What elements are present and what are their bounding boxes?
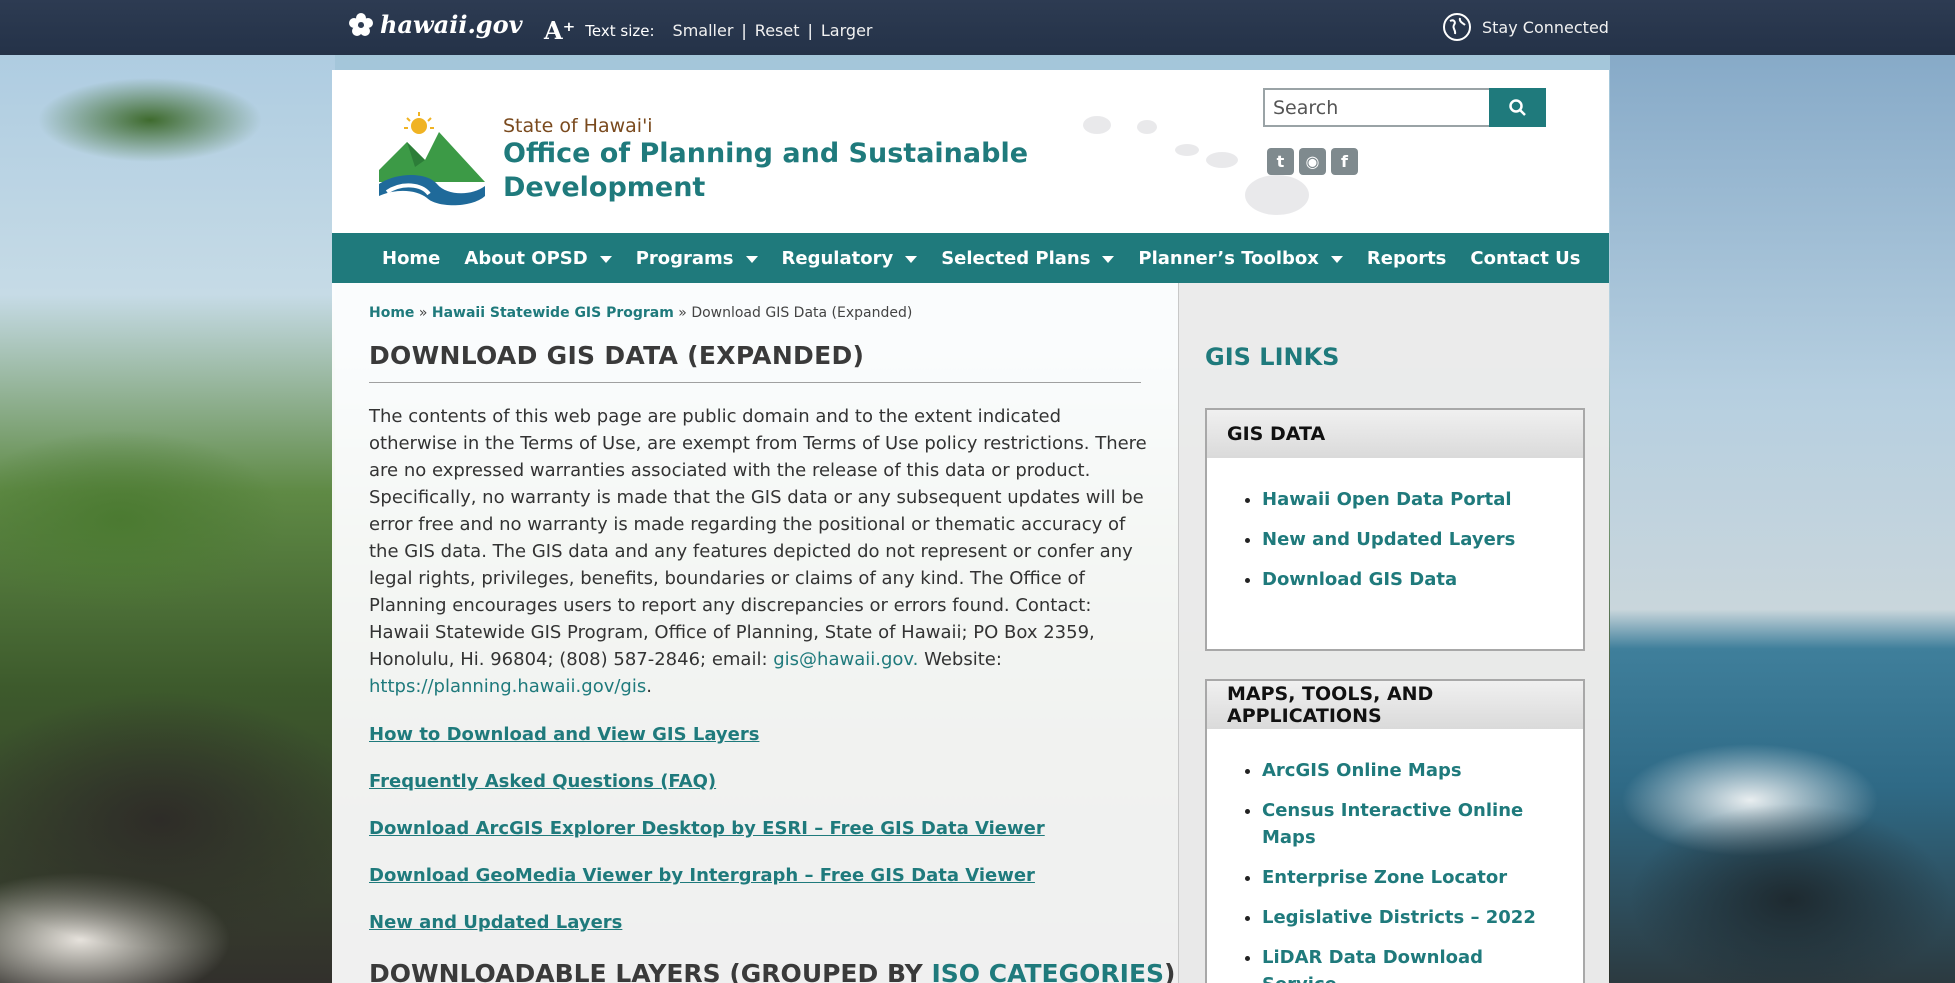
hibiscus-icon xyxy=(349,12,373,36)
nav-home[interactable]: Home xyxy=(382,248,440,269)
globe-icon xyxy=(1443,13,1471,41)
nav-reports[interactable]: Reports xyxy=(1367,248,1447,269)
caret-down-icon xyxy=(599,255,612,263)
text-smaller-link[interactable]: Smaller xyxy=(673,21,734,40)
sidebar-link[interactable]: ArcGIS Online Maps xyxy=(1262,757,1563,784)
sidebar-link[interactable]: Enterprise Zone Locator xyxy=(1262,864,1563,891)
nav-about-opsd[interactable]: About OPSD xyxy=(464,247,612,269)
separator: | xyxy=(807,21,813,40)
social-links: t ◉ f xyxy=(1267,148,1358,175)
text-size-label: Text size: xyxy=(585,21,655,40)
link-arcgis-explorer[interactable]: Download ArcGIS Explorer Desktop by ESRI… xyxy=(369,818,1144,839)
caret-down-icon xyxy=(1330,255,1343,263)
disclaimer-text: The contents of this web page are public… xyxy=(369,403,1149,700)
hawaii-gov-brand[interactable]: hawaii.gov xyxy=(348,10,523,39)
sidebar-link[interactable]: Census Interactive Online Maps xyxy=(1262,797,1563,851)
caret-down-icon xyxy=(745,255,758,263)
section-heading-text: DOWNLOADABLE LAYERS (GROUPED BY xyxy=(369,959,932,983)
text-larger-link[interactable]: Larger xyxy=(821,21,873,40)
brand-text: hawaii.gov xyxy=(380,10,523,39)
text-size-icon: A⁺ xyxy=(544,16,576,45)
sidebar-link[interactable]: Download GIS Data xyxy=(1262,566,1563,593)
breadcrumb-current: Download GIS Data (Expanded) xyxy=(691,305,913,321)
breadcrumb-home[interactable]: Home xyxy=(369,305,414,321)
link-faq[interactable]: Frequently Asked Questions (FAQ) xyxy=(369,771,1144,792)
stay-connected-label: Stay Connected xyxy=(1482,17,1609,37)
rss-icon[interactable]: ◉ xyxy=(1299,148,1326,175)
period: . xyxy=(646,676,652,697)
breadcrumb: Home » Hawaii Statewide GIS Program » Do… xyxy=(369,305,1144,321)
search-icon xyxy=(1508,98,1526,116)
breadcrumb-sep: » xyxy=(414,305,432,321)
twitter-icon[interactable]: t xyxy=(1267,148,1294,175)
nav-label: Programs xyxy=(635,247,734,269)
nav-label: Regulatory xyxy=(781,247,894,269)
main-panel: State of Hawai'i Office of Planning and … xyxy=(332,70,1609,983)
sidebar-link[interactable]: New and Updated Layers xyxy=(1262,526,1563,553)
search-form xyxy=(1263,88,1546,127)
maps-tools-list: ArcGIS Online Maps Census Interactive On… xyxy=(1207,729,1583,983)
iso-categories-link[interactable]: ISO CATEGORIES xyxy=(931,959,1164,983)
nav-contact-us[interactable]: Contact Us xyxy=(1470,248,1580,269)
sidebar-title: GIS LINKS xyxy=(1205,343,1340,371)
website-label: Website: xyxy=(924,649,1002,670)
resource-links: How to Download and View GIS Layers Freq… xyxy=(369,724,1144,933)
sidebar-link[interactable]: Legislative Districts – 2022 xyxy=(1262,904,1563,931)
stay-connected-link[interactable]: Stay Connected xyxy=(1442,12,1609,42)
text-reset-link[interactable]: Reset xyxy=(755,21,800,40)
nav-label: About OPSD xyxy=(464,247,588,269)
nav-label: Planner’s Toolbox xyxy=(1138,247,1319,269)
box-heading: MAPS, TOOLS, AND APPLICATIONS xyxy=(1207,681,1583,729)
nav-label: Selected Plans xyxy=(941,247,1091,269)
sidebar: GIS LINKS GIS DATA Hawaii Open Data Port… xyxy=(1178,283,1609,983)
facebook-icon[interactable]: f xyxy=(1331,148,1358,175)
link-how-to-download[interactable]: How to Download and View GIS Layers xyxy=(369,724,1144,745)
sidebar-link[interactable]: LiDAR Data Download Service xyxy=(1262,944,1563,983)
search-input[interactable] xyxy=(1263,88,1489,127)
nav-label: Contact Us xyxy=(1470,247,1581,269)
search-button[interactable] xyxy=(1489,88,1546,127)
breadcrumb-sep: » xyxy=(673,305,692,321)
gis-data-list: Hawaii Open Data Portal New and Updated … xyxy=(1207,458,1583,626)
page-title: DOWNLOAD GIS DATA (EXPANDED) xyxy=(369,341,1141,383)
maps-tools-box: MAPS, TOOLS, AND APPLICATIONS ArcGIS Onl… xyxy=(1205,679,1585,983)
breadcrumb-gis-program[interactable]: Hawaii Statewide GIS Program xyxy=(432,305,674,321)
opsd-logo[interactable] xyxy=(377,112,487,207)
box-heading: GIS DATA xyxy=(1207,410,1583,458)
site-header: State of Hawai'i Office of Planning and … xyxy=(332,70,1609,233)
nav-regulatory[interactable]: Regulatory xyxy=(782,248,918,269)
section-heading: DOWNLOADABLE LAYERS (GROUPED BY ISO CATE… xyxy=(369,959,1175,983)
nav-label: Home xyxy=(382,247,441,269)
sidebar-link[interactable]: Hawaii Open Data Portal xyxy=(1262,486,1563,513)
link-geomedia-viewer[interactable]: Download GeoMedia Viewer by Intergraph –… xyxy=(369,865,1144,886)
nav-selected-plans[interactable]: Selected Plans xyxy=(941,247,1115,269)
email-link[interactable]: gis@hawaii.gov. xyxy=(768,649,925,670)
state-label: State of Hawai'i xyxy=(503,115,653,137)
section-heading-end: ) xyxy=(1164,959,1176,983)
nav-programs[interactable]: Programs xyxy=(636,248,758,269)
link-new-updated-layers[interactable]: New and Updated Layers xyxy=(369,912,1144,933)
main-content: Home » Hawaii Statewide GIS Program » Do… xyxy=(369,305,1175,983)
site-title[interactable]: Office of Planning and Sustainable Devel… xyxy=(503,137,1063,205)
nav-planners-toolbox[interactable]: Planner’s Toolbox xyxy=(1138,247,1343,269)
caret-down-icon xyxy=(1102,255,1115,263)
nav-label: Reports xyxy=(1366,247,1447,269)
main-nav: Home About OPSD Programs Regulatory Sele… xyxy=(332,233,1609,283)
background-palm-trees xyxy=(0,0,335,983)
separator: | xyxy=(741,21,747,40)
website-link[interactable]: https://planning.hawaii.gov/gis xyxy=(369,676,646,697)
text-size-controls: A⁺ Text size: Smaller | Reset | Larger xyxy=(544,16,872,45)
top-bar: hawaii.gov A⁺ Text size: Smaller | Reset… xyxy=(0,0,1955,55)
gis-data-box: GIS DATA Hawaii Open Data Portal New and… xyxy=(1205,408,1585,651)
background-ocean xyxy=(1610,0,1955,983)
disclaimer-body: The contents of this web page are public… xyxy=(369,406,1147,670)
caret-down-icon xyxy=(905,255,918,263)
